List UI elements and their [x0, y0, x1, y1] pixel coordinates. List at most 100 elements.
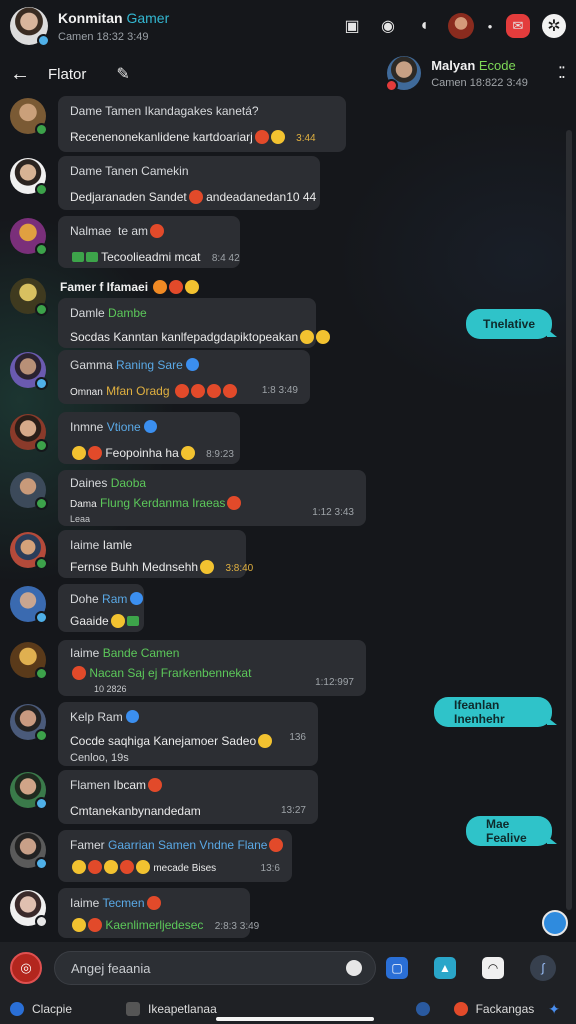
- message-bubble[interactable]: Inmne Vtione Feopoinha ha 8:9:23: [58, 412, 240, 464]
- avatar[interactable]: [10, 218, 48, 256]
- emoji-picker-icon[interactable]: [346, 960, 362, 976]
- avatar[interactable]: [10, 98, 48, 136]
- emoji-icon: [222, 384, 237, 398]
- message-row: Damle Dambe Socdas Kanntan kanlfepadgdap…: [58, 298, 331, 348]
- message-header: Iaime Bande Camen: [70, 646, 180, 660]
- outgoing-message[interactable]: Ifeanlan Inenhehr: [434, 697, 557, 727]
- compass-icon: [415, 1002, 430, 1016]
- avatar[interactable]: [10, 352, 48, 390]
- message-bubble[interactable]: Iaime Iamle Fernse Buhh Mednsehh 3:8:40: [58, 530, 254, 578]
- message-text: Nacan Saj ej Frarkenbennekat: [70, 666, 354, 680]
- message-bubble[interactable]: Famer Gaarrian Samen Vndne Flane mecade …: [58, 830, 292, 882]
- message-bubble[interactable]: Kelp Ram Cocde saqhiga Kanejamoer Sadeo …: [58, 702, 318, 766]
- peer-avatar[interactable]: [385, 56, 422, 92]
- scroll-down-icon[interactable]: [542, 910, 568, 936]
- profile-avatar[interactable]: [10, 7, 50, 47]
- message-bubble[interactable]: Dame Tanen Camekin Dedjaranaden Sandet a…: [58, 156, 320, 210]
- alert-icon[interactable]: ✉: [506, 14, 530, 38]
- message-text: mecade Bises: [70, 860, 280, 874]
- attach-icon[interactable]: ∫: [530, 955, 556, 981]
- message-header: Daines Daoba: [70, 476, 147, 490]
- nav-item-fackangas[interactable]: Fackangas: [453, 1002, 534, 1016]
- outgoing-message[interactable]: Tnelative: [466, 309, 557, 339]
- message-subtext: Cenloo, 19s: [70, 752, 129, 764]
- avatar[interactable]: [10, 832, 48, 870]
- message-bubble[interactable]: Gamma Raning Sare Omnan Mfan Oradg 1:8 3…: [58, 350, 310, 404]
- emoji-icon: [110, 614, 125, 628]
- peer-name: Malyan Ecode: [431, 57, 516, 73]
- emoji-icon: [88, 860, 102, 874]
- profile-status: Camen 18:32 3:49: [58, 30, 149, 43]
- avatar[interactable]: [10, 642, 48, 680]
- emoji-icon: [148, 778, 163, 792]
- message-text: Cocde saqhiga Kanejamoer Sadeo: [70, 734, 306, 748]
- top-bar: Konmitan Gamer Camen 18:32 3:49 ▣ ◉ ◖ ● …: [0, 0, 576, 52]
- more-icon[interactable]: ⁚⁚: [558, 63, 566, 83]
- avatar[interactable]: [10, 890, 48, 928]
- profile-info: Konmitan Gamer Camen 18:32 3:49: [58, 10, 169, 43]
- avatar[interactable]: [10, 704, 48, 742]
- message-bubble[interactable]: Nalmae te am Tecoolieadmi mcat 8:4 42: [58, 216, 240, 268]
- composer-actions: ▢ ▲ ◠ ∫: [386, 955, 566, 981]
- message-text: Fernse Buhh Mednsehh 3:8:40: [70, 560, 254, 574]
- message-bubble[interactable]: Damle Dambe Socdas Kanntan kanlfepadgdap…: [58, 298, 331, 348]
- nav-item-ikeapetlanaa[interactable]: Ikeapetlanaa: [126, 1002, 217, 1016]
- avatar[interactable]: [10, 158, 48, 196]
- contact-avatar[interactable]: [448, 13, 474, 39]
- gallery-icon[interactable]: ◠: [482, 957, 504, 979]
- timestamp: 3:44: [296, 133, 316, 144]
- message-text: Kaenlimerljedesec 2:8:3 3:49: [70, 918, 259, 932]
- emoji-icon: [269, 838, 284, 852]
- emoji-icon: [185, 280, 200, 294]
- timestamp: 3:8:40: [225, 563, 254, 574]
- avatar[interactable]: [10, 278, 48, 316]
- image-icon[interactable]: ▲: [434, 957, 456, 979]
- arrow-left-icon[interactable]: ←: [10, 63, 34, 86]
- nav-item-clacpie[interactable]: Clacpie: [10, 1002, 72, 1016]
- message-header: Iaime Tecmen: [70, 896, 238, 910]
- outgoing-message[interactable]: Mae Fealive: [466, 816, 557, 846]
- chat-icon[interactable]: ▢: [386, 957, 408, 979]
- message-bubble[interactable]: Iaime Bande Camen Nacan Saj ej Frarkenbe…: [58, 640, 366, 696]
- avatar[interactable]: [10, 472, 48, 510]
- gear-icon[interactable]: ✲: [542, 14, 566, 38]
- avatar[interactable]: [10, 772, 48, 810]
- message-text: Tecoolieadmi mcat 8:4 42: [70, 250, 240, 264]
- timestamp: 136: [289, 732, 306, 743]
- avatar[interactable]: [10, 532, 48, 570]
- camera-icon[interactable]: ◉: [376, 14, 400, 38]
- peer-card[interactable]: Malyan Ecode Camen 18:822 3:49 ⁚⁚: [385, 56, 566, 92]
- emoji-icon: [453, 1002, 468, 1016]
- pencil-icon[interactable]: ✎: [116, 64, 129, 84]
- message-bubble[interactable]: Flamen Ibcam Cmtanekanbynandedam 13:27: [58, 770, 318, 824]
- voice-icon[interactable]: ◎: [10, 952, 42, 984]
- message-row: Iaime Tecmen Kaenlimerljedesec 2:8:3 3:4…: [10, 888, 259, 938]
- nav-item-settings[interactable]: [415, 1002, 430, 1016]
- layers-icon[interactable]: ▣: [340, 14, 364, 38]
- message-row: Dame Tamen Ikandagakes kanetá? Recenenon…: [10, 96, 346, 152]
- dropdown-dot-icon[interactable]: ●: [486, 14, 494, 38]
- message-bubble[interactable]: Iaime Tecmen Kaenlimerljedesec 2:8:3 3:4…: [58, 888, 259, 938]
- emoji-icon: [180, 446, 195, 460]
- timestamp: 8:9:23: [206, 449, 234, 460]
- message-row: Nalmae te am Tecoolieadmi mcat 8:4 42: [10, 216, 240, 268]
- emoji-icon: [88, 446, 102, 460]
- avatar[interactable]: [10, 586, 48, 624]
- verified-icon: [130, 592, 144, 605]
- speaker-icon[interactable]: ◖: [412, 14, 436, 38]
- message-input[interactable]: [54, 951, 376, 985]
- message-header: Famer Gaarrian Samen Vndne Flane: [70, 838, 284, 852]
- nav-item-sparkle[interactable]: ✦: [548, 1001, 560, 1018]
- message-bubble[interactable]: Dohe Ram Gaaide: [58, 584, 144, 632]
- message-text: Dedjaranaden Sandet andeadanedan10 44: [70, 190, 317, 204]
- message-header: Damle Dambe: [70, 306, 147, 320]
- verified-icon: [185, 358, 199, 371]
- scrollbar[interactable]: [566, 130, 572, 910]
- emoji-icon: [72, 252, 84, 262]
- verified-icon: [143, 420, 157, 433]
- message-bubble[interactable]: Daines Daoba Dama Flung Kerdanma Iraeas …: [58, 470, 366, 526]
- emoji-icon: [146, 896, 161, 910]
- avatar[interactable]: [10, 414, 48, 452]
- message-bubble[interactable]: Dame Tamen Ikandagakes kanetá? Recenenon…: [58, 96, 346, 152]
- emoji-icon: [153, 280, 168, 294]
